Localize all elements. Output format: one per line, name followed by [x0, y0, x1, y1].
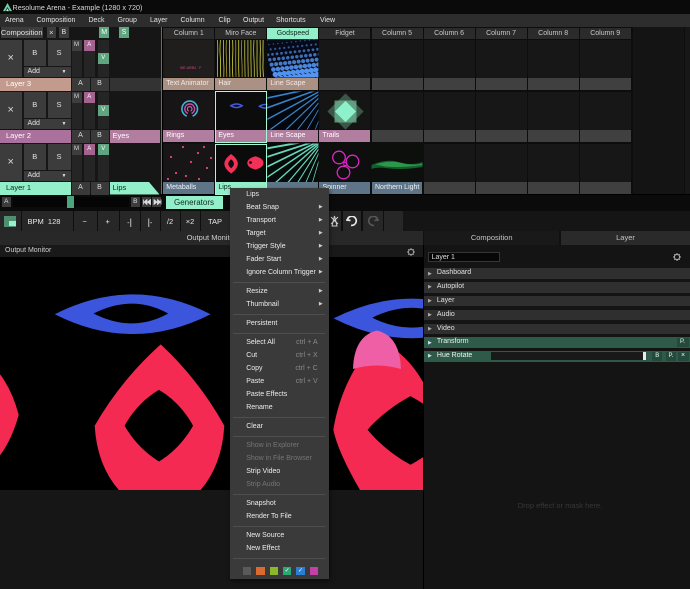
- svg-text:WE ARE: WE ARE: [180, 66, 195, 70]
- svg-text:U · F: U · F: [194, 66, 203, 70]
